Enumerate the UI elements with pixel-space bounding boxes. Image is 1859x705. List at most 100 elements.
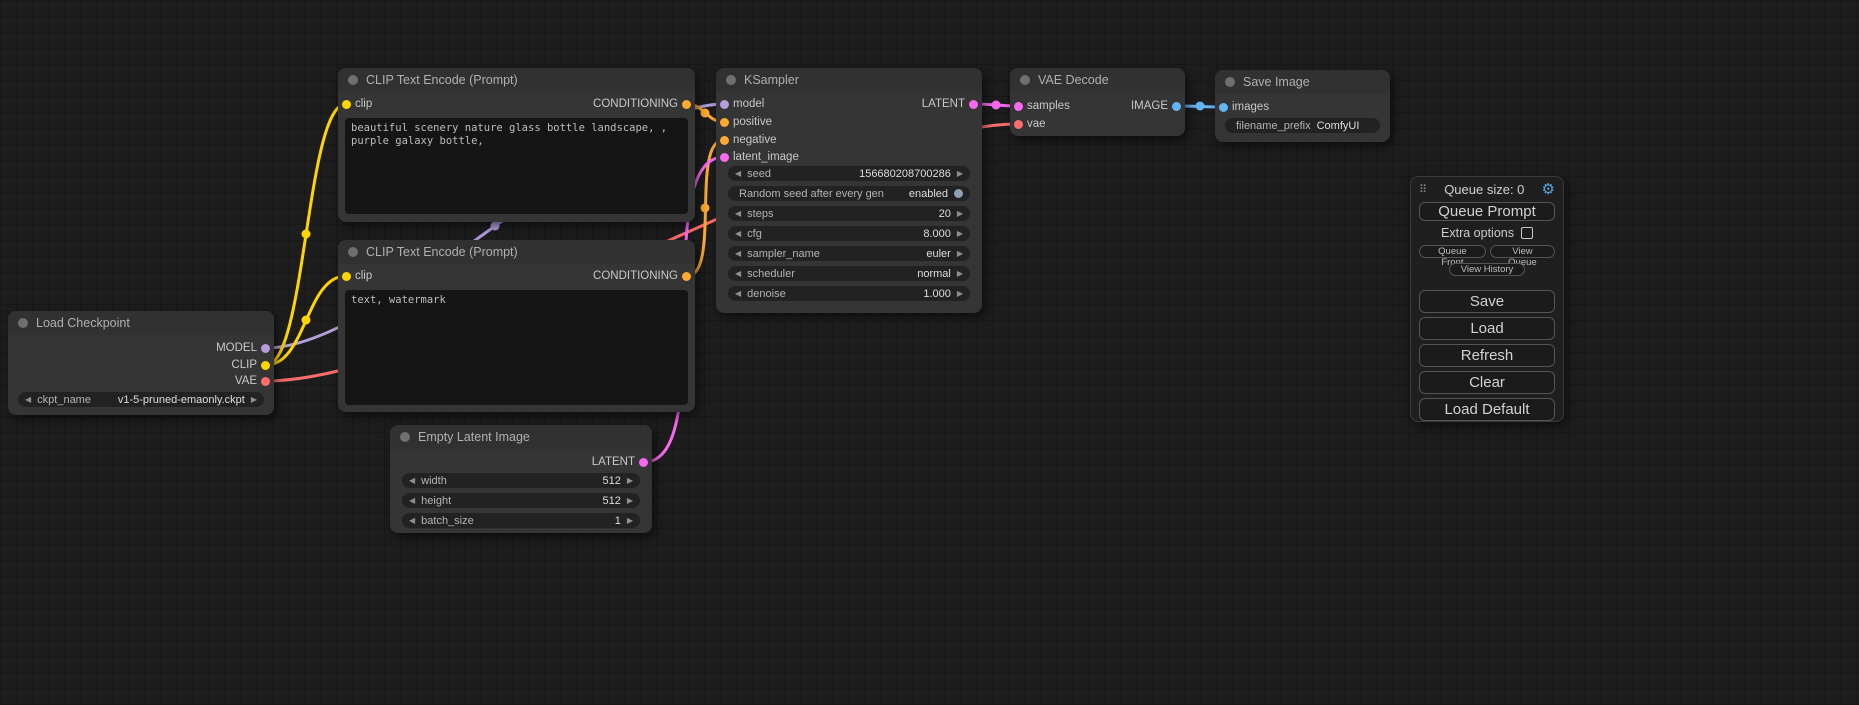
decrement-icon[interactable]: ◀: [25, 392, 31, 407]
queue-front-button[interactable]: Queue Front: [1419, 245, 1486, 258]
output-dot-clip[interactable]: [261, 361, 270, 370]
queue-prompt-button[interactable]: Queue Prompt: [1419, 202, 1555, 221]
increment-icon[interactable]: ▶: [627, 473, 633, 488]
collapse-toggle-icon[interactable]: [1020, 75, 1030, 85]
increment-icon[interactable]: ▶: [957, 226, 963, 241]
widget-denoise[interactable]: ◀ denoise 1.000 ▶: [728, 286, 970, 301]
link-midpoint-dot: [701, 109, 710, 118]
decrement-icon[interactable]: ◀: [735, 206, 741, 221]
node-header[interactable]: KSampler: [716, 68, 982, 92]
clear-button[interactable]: Clear: [1419, 371, 1555, 394]
collapse-toggle-icon[interactable]: [400, 432, 410, 442]
widget-seed[interactable]: ◀ seed 156680208700286 ▶: [728, 166, 970, 181]
output-dot-vae[interactable]: [261, 377, 270, 386]
input-dot-samples[interactable]: [1014, 102, 1023, 111]
input-dot-images[interactable]: [1219, 103, 1228, 112]
node-title: Load Checkpoint: [36, 316, 130, 330]
drag-handle-icon[interactable]: ⠿: [1419, 183, 1427, 196]
refresh-button[interactable]: Refresh: [1419, 344, 1555, 367]
decrement-icon[interactable]: ◀: [409, 473, 415, 488]
prompt-textarea[interactable]: text, watermark: [345, 290, 688, 405]
output-label-image: IMAGE: [1131, 98, 1168, 114]
node-load-checkpoint[interactable]: Load Checkpoint MODEL CLIP VAE ◀ ckpt_na…: [8, 311, 274, 415]
increment-icon[interactable]: ▶: [957, 246, 963, 261]
link-midpoint-dot: [302, 230, 311, 239]
prompt-textarea[interactable]: beautiful scenery nature glass bottle la…: [345, 118, 688, 214]
widget-scheduler[interactable]: ◀ scheduler normal ▶: [728, 266, 970, 281]
node-header[interactable]: Save Image: [1215, 70, 1390, 94]
load-button[interactable]: Load: [1419, 317, 1555, 340]
output-dot-latent[interactable]: [639, 458, 648, 467]
decrement-icon[interactable]: ◀: [735, 286, 741, 301]
input-dot-positive[interactable]: [720, 118, 729, 127]
output-dot-conditioning[interactable]: [682, 272, 691, 281]
decrement-icon[interactable]: ◀: [735, 266, 741, 281]
node-header[interactable]: CLIP Text Encode (Prompt): [338, 240, 695, 264]
node-clip-text-encode-positive[interactable]: CLIP Text Encode (Prompt) clip CONDITION…: [338, 68, 695, 222]
widget-value: 8.000: [923, 228, 951, 240]
collapse-toggle-icon[interactable]: [348, 247, 358, 257]
input-label-images: images: [1232, 99, 1269, 115]
decrement-icon[interactable]: ◀: [735, 226, 741, 241]
input-dot-latent-image[interactable]: [720, 153, 729, 162]
decrement-icon[interactable]: ◀: [409, 493, 415, 508]
collapse-toggle-icon[interactable]: [348, 75, 358, 85]
node-header[interactable]: CLIP Text Encode (Prompt): [338, 68, 695, 92]
increment-icon[interactable]: ▶: [627, 493, 633, 508]
output-dot-conditioning[interactable]: [682, 100, 691, 109]
collapse-toggle-icon[interactable]: [18, 318, 28, 328]
widget-filename-prefix[interactable]: filename_prefix ComfyUI: [1225, 118, 1380, 133]
node-header[interactable]: Load Checkpoint: [8, 311, 274, 335]
output-label-vae: VAE: [235, 373, 257, 389]
collapse-toggle-icon[interactable]: [726, 75, 736, 85]
widget-sampler-name[interactable]: ◀ sampler_name euler ▶: [728, 246, 970, 261]
save-button[interactable]: Save: [1419, 290, 1555, 313]
queue-size-label: Queue size: 0: [1433, 182, 1535, 197]
output-dot-image[interactable]: [1172, 102, 1181, 111]
node-header[interactable]: VAE Decode: [1010, 68, 1185, 92]
widget-height[interactable]: ◀ height 512 ▶: [402, 493, 640, 508]
queue-panel: ⠿ Queue size: 0 ⚙ Queue Prompt Extra opt…: [1410, 176, 1564, 422]
widget-random-seed-toggle[interactable]: Random seed after every gen enabled: [728, 186, 970, 201]
input-dot-clip[interactable]: [342, 272, 351, 281]
increment-icon[interactable]: ▶: [627, 513, 633, 528]
view-history-button[interactable]: View History: [1449, 263, 1525, 276]
output-dot-latent[interactable]: [969, 100, 978, 109]
widget-ckpt-name[interactable]: ◀ ckpt_name v1-5-pruned-emaonly.ckpt ▶: [18, 392, 264, 407]
increment-icon[interactable]: ▶: [957, 286, 963, 301]
node-ksampler[interactable]: KSampler model positive negative latent_…: [716, 68, 982, 313]
decrement-icon[interactable]: ◀: [735, 166, 741, 181]
node-vae-decode[interactable]: VAE Decode samples vae IMAGE: [1010, 68, 1185, 136]
input-dot-clip[interactable]: [342, 100, 351, 109]
widget-steps[interactable]: ◀ steps 20 ▶: [728, 206, 970, 221]
output-label-clip: CLIP: [231, 357, 257, 373]
input-dot-model[interactable]: [720, 100, 729, 109]
input-dot-vae[interactable]: [1014, 120, 1023, 129]
input-label-latent-image: latent_image: [733, 149, 799, 165]
toggle-icon[interactable]: [954, 189, 963, 198]
widget-cfg[interactable]: ◀ cfg 8.000 ▶: [728, 226, 970, 241]
load-default-button[interactable]: Load Default: [1419, 398, 1555, 421]
node-clip-text-encode-negative[interactable]: CLIP Text Encode (Prompt) clip CONDITION…: [338, 240, 695, 412]
node-save-image[interactable]: Save Image images filename_prefix ComfyU…: [1215, 70, 1390, 142]
widget-batch-size[interactable]: ◀ batch_size 1 ▶: [402, 513, 640, 528]
node-header[interactable]: Empty Latent Image: [390, 425, 652, 449]
widget-label: height: [421, 495, 451, 507]
link-midpoint-dot: [701, 204, 710, 213]
node-canvas[interactable]: Load Checkpoint MODEL CLIP VAE ◀ ckpt_na…: [0, 0, 1859, 705]
increment-icon[interactable]: ▶: [957, 206, 963, 221]
widget-width[interactable]: ◀ width 512 ▶: [402, 473, 640, 488]
input-dot-negative[interactable]: [720, 136, 729, 145]
node-title: VAE Decode: [1038, 73, 1109, 87]
output-dot-model[interactable]: [261, 344, 270, 353]
settings-gear-icon[interactable]: ⚙: [1542, 182, 1555, 197]
view-queue-button[interactable]: View Queue: [1490, 245, 1555, 258]
node-empty-latent-image[interactable]: Empty Latent Image LATENT ◀ width 512 ▶ …: [390, 425, 652, 533]
increment-icon[interactable]: ▶: [957, 266, 963, 281]
decrement-icon[interactable]: ◀: [409, 513, 415, 528]
collapse-toggle-icon[interactable]: [1225, 77, 1235, 87]
extra-options-checkbox[interactable]: [1521, 227, 1533, 239]
decrement-icon[interactable]: ◀: [735, 246, 741, 261]
increment-icon[interactable]: ▶: [251, 392, 257, 407]
increment-icon[interactable]: ▶: [957, 166, 963, 181]
